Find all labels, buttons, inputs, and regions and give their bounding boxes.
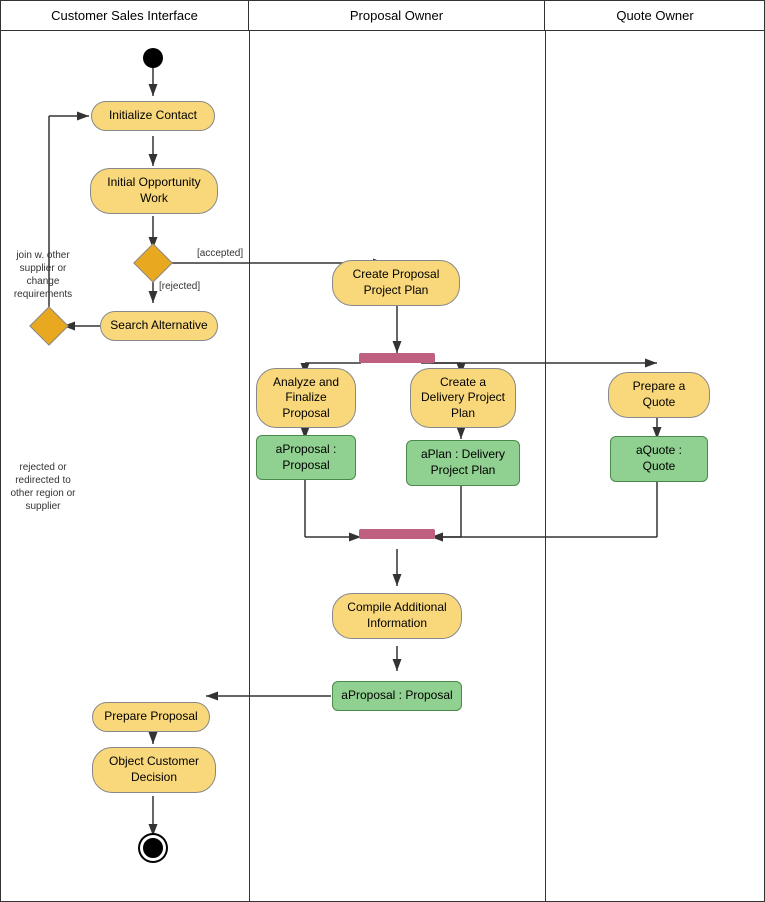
diagram-container: Customer Sales Interface Proposal Owner … — [0, 0, 765, 902]
create-delivery-label: Create a Delivery Project Plan — [410, 368, 516, 429]
object-customer-label: Object Customer Decision — [92, 747, 216, 792]
prepare-quote-label: Prepare a Quote — [608, 372, 710, 417]
aproposal2-node: aProposal : Proposal — [331, 671, 463, 721]
aquote-node: aQuote : Quote — [609, 439, 709, 479]
decision-diamond-shape — [133, 243, 173, 283]
analyze-finalize-label: Analyze and Finalize Proposal — [256, 368, 356, 429]
aproposal1-node: aProposal : Proposal — [255, 439, 357, 476]
initialize-contact-node: Initialize Contact — [91, 96, 215, 136]
initial-opportunity-node: Initial Opportunity Work — [89, 166, 219, 216]
aplan-label: aPlan : Delivery Project Plan — [406, 440, 520, 485]
aproposal2-label: aProposal : Proposal — [332, 681, 462, 711]
fork-bar-shape — [359, 353, 435, 363]
compile-info-node: Compile Additional Information — [331, 586, 463, 646]
rejected-redirected-annotation: rejected or redirected to other region o… — [3, 461, 83, 513]
aplan-node: aPlan : Delivery Project Plan — [405, 439, 521, 487]
lane1-header: Customer Sales Interface — [1, 1, 249, 31]
aquote-label: aQuote : Quote — [610, 436, 708, 481]
compile-info-label: Compile Additional Information — [332, 593, 462, 638]
lane-divider-2 — [545, 31, 546, 902]
join-bar — [359, 529, 435, 539]
analyze-finalize-node: Analyze and Finalize Proposal — [255, 375, 357, 421]
rejected-label: [rejected] — [159, 281, 200, 292]
lane-divider-1 — [249, 31, 250, 902]
prepare-quote-node: Prepare a Quote — [607, 375, 711, 415]
start-circle — [143, 48, 163, 68]
create-proposal-plan-label: Create Proposal Project Plan — [332, 260, 460, 305]
decision-diamond-left-shape — [29, 306, 69, 346]
object-customer-node: Object Customer Decision — [91, 744, 217, 796]
decision-diamond-top — [139, 249, 167, 277]
lane3-label: Quote Owner — [616, 8, 693, 23]
prepare-proposal-label: Prepare Proposal — [92, 702, 210, 732]
aproposal1-label: aProposal : Proposal — [256, 435, 356, 480]
create-proposal-plan-node: Create Proposal Project Plan — [331, 259, 461, 307]
lane2-header: Proposal Owner — [249, 1, 545, 31]
join-bar-shape — [359, 529, 435, 539]
search-alternative-node: Search Alternative — [99, 303, 219, 349]
create-delivery-node: Create a Delivery Project Plan — [409, 375, 517, 421]
initialize-contact-label: Initialize Contact — [91, 101, 215, 131]
lane2-label: Proposal Owner — [350, 8, 443, 23]
end-circle-shape — [143, 838, 163, 858]
decision-diamond-left — [35, 312, 63, 340]
join-annotation: join w. other supplier or change require… — [3, 249, 83, 301]
start-node — [143, 48, 163, 68]
lane1-label: Customer Sales Interface — [51, 8, 198, 23]
fork-bar — [359, 353, 435, 363]
search-alternative-label: Search Alternative — [100, 311, 218, 341]
prepare-proposal-node: Prepare Proposal — [91, 694, 211, 740]
accepted-label: [accepted] — [197, 248, 243, 259]
end-node — [141, 836, 165, 860]
lane3-header: Quote Owner — [545, 1, 765, 31]
initial-opportunity-label: Initial Opportunity Work — [90, 168, 218, 213]
